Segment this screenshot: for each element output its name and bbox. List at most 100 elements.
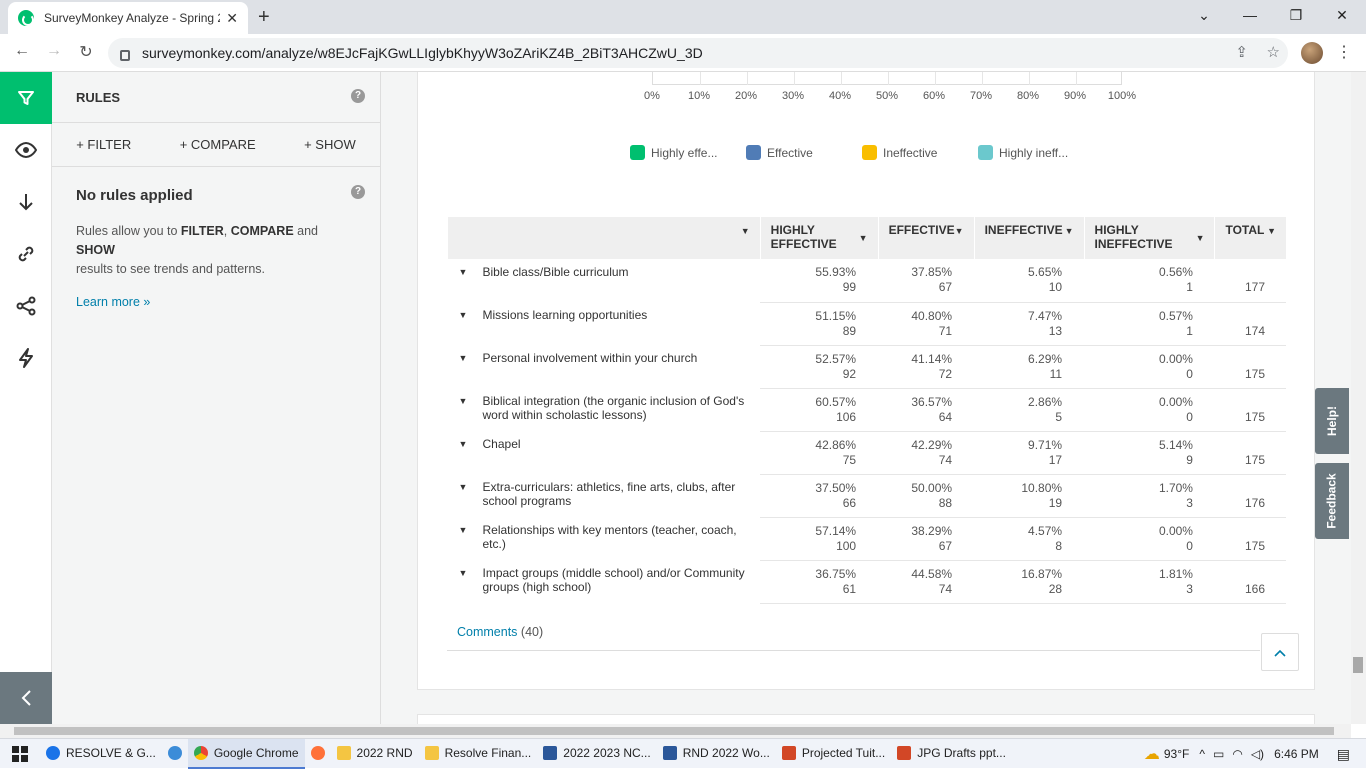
battery-icon[interactable]: ▭	[1213, 747, 1224, 761]
browser-tab-active[interactable]: SurveyMonkey Analyze - Spring 2 ✕	[8, 2, 248, 34]
header-total[interactable]: ▼ TOTAL	[1214, 217, 1286, 259]
windows-start-icon[interactable]	[0, 739, 40, 769]
vertical-scrollbar[interactable]	[1351, 72, 1366, 724]
table-row: ▼ Relationships with key mentors (teacher…	[448, 517, 1286, 561]
cell-highly-ineffective: 0.00% 0	[1084, 388, 1215, 432]
row-label[interactable]: ▼ Biblical integration (the organic inclu…	[448, 388, 761, 431]
add-filter-button[interactable]: + FILTER	[76, 137, 131, 152]
legend-item[interactable]: Highly effe...	[630, 145, 717, 160]
restore-icon[interactable]: ❐	[1273, 4, 1319, 26]
results-table: ▼ ▼ HIGHLY EFFECTIVE ▼ EFFECTIVE ▼ INEFFECT…	[447, 217, 1286, 604]
taskbar-ie-icon[interactable]	[162, 739, 188, 769]
row-label-header[interactable]: ▼	[447, 217, 761, 259]
axis-tick-label: 70%	[969, 90, 993, 102]
cell-highly-ineffective: 1.81% 3	[1084, 560, 1215, 604]
minimize-icon[interactable]: —	[1227, 4, 1273, 26]
results-area: 0% 10% 20% 30% 40% 50% 60% 70% 80% 90% 100% Highly…	[381, 72, 1351, 724]
taskbar-folder-2022-rnd[interactable]: 2022 RND	[331, 739, 419, 769]
comments-link[interactable]: Comments (40)	[457, 625, 543, 639]
cell-total: 175	[1214, 517, 1286, 561]
cell-total: 166	[1214, 560, 1286, 604]
analyze-icon-rail	[0, 72, 52, 724]
cell-ineffective: 9.71% 17	[974, 431, 1085, 475]
row-label[interactable]: ▼ Bible class/Bible curriculum	[448, 259, 761, 302]
close-tab-icon[interactable]: ✕	[226, 10, 238, 27]
share-nodes-icon[interactable]	[0, 280, 52, 332]
taskbar-word-nc[interactable]: 2022 2023 NC...	[537, 739, 656, 769]
scroll-to-top-button[interactable]	[1261, 633, 1299, 671]
table-header-row: ▼ ▼ HIGHLY EFFECTIVE ▼ EFFECTIVE ▼ INEFFECT…	[447, 217, 1286, 259]
taskbar-word-rnd[interactable]: RND 2022 Wo...	[657, 739, 776, 769]
tray-chevron-icon[interactable]: ^	[1199, 747, 1205, 761]
filter-funnel-icon[interactable]	[0, 72, 52, 124]
row-expand-caret-icon[interactable]: ▼	[459, 310, 468, 320]
row-expand-caret-icon[interactable]: ▼	[459, 568, 468, 578]
axis-gridline	[794, 72, 795, 85]
wifi-icon[interactable]: ◠	[1232, 747, 1242, 761]
taskbar-edge-resolve[interactable]: RESOLVE & G...	[40, 739, 162, 769]
vertical-scroll-thumb[interactable]	[1353, 657, 1363, 673]
volume-icon[interactable]: ◁)	[1251, 747, 1264, 761]
row-label[interactable]: ▼ Relationships with key mentors (teacher…	[448, 517, 761, 560]
taskbar-ppt-projected[interactable]: Projected Tuit...	[776, 739, 891, 769]
reload-icon[interactable]: ↻	[74, 42, 98, 62]
close-window-icon[interactable]: ✕	[1319, 4, 1365, 26]
header-highly-ineffective[interactable]: ▼ HIGHLY INEFFECTIVE	[1083, 217, 1215, 259]
row-expand-caret-icon[interactable]: ▼	[459, 439, 468, 449]
cell-ineffective: 6.29% 11	[974, 345, 1085, 389]
no-rules-help-icon[interactable]: ?	[351, 185, 365, 199]
taskbar-google-chrome[interactable]: Google Chrome	[187, 738, 305, 769]
legend-swatch	[630, 145, 645, 160]
notifications-icon[interactable]: ▤	[1337, 746, 1350, 763]
browser-menu-icon[interactable]: ⋮	[1336, 42, 1352, 62]
legend-item[interactable]: Effective	[746, 145, 813, 160]
axis-tick-label: 10%	[687, 90, 711, 102]
taskbar-firefox-icon[interactable]	[305, 739, 331, 769]
cell-highly-effective: 51.15% 89	[760, 302, 879, 346]
horizontal-scroll-thumb[interactable]	[14, 727, 1334, 735]
collapse-panel-icon[interactable]	[0, 672, 52, 724]
clock-time[interactable]: 6:46 PM	[1274, 747, 1319, 761]
header-highly-effective[interactable]: ▼ HIGHLY EFFECTIVE	[759, 217, 879, 259]
download-arrow-icon[interactable]	[0, 176, 52, 228]
tab-search-icon[interactable]: ⌄	[1181, 4, 1227, 26]
sort-caret-icon[interactable]: ▼	[741, 226, 750, 236]
link-icon[interactable]	[0, 228, 52, 280]
learn-more-link[interactable]: Learn more »	[76, 295, 356, 309]
feedback-tab[interactable]: Feedback	[1315, 463, 1349, 539]
rules-help-icon[interactable]: ?	[351, 89, 365, 103]
row-label[interactable]: ▼ Impact groups (middle school) and/or Co…	[448, 560, 761, 603]
lightning-icon[interactable]	[0, 332, 52, 384]
row-label[interactable]: ▼ Extra-curriculars: athletics, fine arts…	[448, 474, 761, 517]
axis-tick-label: 50%	[875, 90, 899, 102]
row-expand-caret-icon[interactable]: ▼	[459, 353, 468, 363]
taskbar-ppt-jpg[interactable]: JPG Drafts ppt...	[891, 739, 1012, 769]
address-bar[interactable]: surveymonkey.com/analyze/w8EJcFajKGwLLIg…	[108, 38, 1288, 68]
row-expand-caret-icon[interactable]: ▼	[459, 396, 468, 406]
weather-icon[interactable]: ☁	[1144, 744, 1160, 764]
row-expand-caret-icon[interactable]: ▼	[459, 525, 468, 535]
bookmark-star-icon[interactable]: ☆	[1267, 43, 1280, 61]
row-label[interactable]: ▼ Personal involvement within your church	[448, 345, 761, 388]
weather-temp[interactable]: 93°F	[1164, 747, 1189, 761]
eye-icon[interactable]	[0, 124, 52, 176]
profile-avatar[interactable]	[1301, 42, 1323, 64]
browser-tab-bar: SurveyMonkey Analyze - Spring 2 ✕ + ⌄ — …	[0, 0, 1366, 34]
share-icon[interactable]: ⇪	[1235, 43, 1248, 61]
row-expand-caret-icon[interactable]: ▼	[459, 267, 468, 277]
new-tab-icon[interactable]: +	[258, 6, 270, 29]
help-tab[interactable]: Help!	[1315, 388, 1349, 454]
axis-tick-label: 80%	[1016, 90, 1040, 102]
back-icon[interactable]: ←	[10, 42, 34, 60]
legend-item[interactable]: Ineffective	[862, 145, 937, 160]
row-label[interactable]: ▼ Chapel	[448, 431, 761, 474]
add-compare-button[interactable]: + COMPARE	[180, 137, 256, 152]
row-label[interactable]: ▼ Missions learning opportunities	[448, 302, 761, 345]
header-effective[interactable]: ▼ EFFECTIVE	[877, 217, 975, 259]
add-show-button[interactable]: + SHOW	[304, 137, 356, 152]
legend-item[interactable]: Highly ineff...	[978, 145, 1068, 160]
row-expand-caret-icon[interactable]: ▼	[459, 482, 468, 492]
forward-icon[interactable]: →	[42, 42, 66, 60]
taskbar-folder-resolve[interactable]: Resolve Finan...	[419, 739, 538, 769]
header-ineffective[interactable]: ▼ INEFFECTIVE	[973, 217, 1085, 259]
